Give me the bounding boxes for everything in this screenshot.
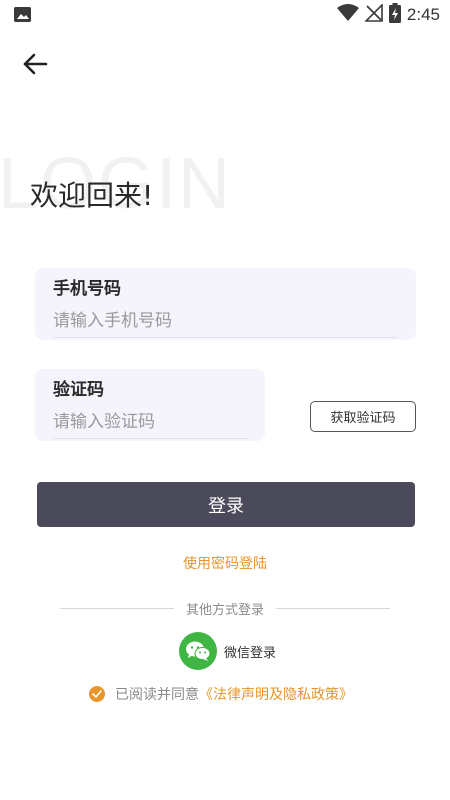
- code-input[interactable]: [53, 407, 248, 437]
- wechat-login-label: 微信登录: [224, 645, 277, 661]
- no-signal-icon: [363, 3, 383, 26]
- password-login-link[interactable]: 使用密码登陆: [0, 553, 450, 573]
- other-login-divider: 其他方式登录: [60, 598, 391, 618]
- code-underline: [53, 438, 248, 439]
- agreement-checkbox[interactable]: [89, 686, 105, 702]
- divider-text: 其他方式登录: [186, 602, 265, 618]
- wechat-login-button[interactable]: 微信登录: [179, 632, 276, 670]
- agreement-row: 已阅读并同意 《法律声明及隐私政策》: [89, 684, 353, 704]
- phone-label: 手机号码: [53, 279, 121, 299]
- login-button[interactable]: 登录: [37, 482, 415, 527]
- check-icon: [92, 690, 102, 698]
- legal-privacy-link[interactable]: 《法律声明及隐私政策》: [199, 684, 353, 704]
- code-label: 验证码: [53, 380, 104, 400]
- phone-input[interactable]: [53, 306, 398, 336]
- battery-charging-icon: [388, 3, 401, 27]
- status-bar: 2:45: [0, 0, 450, 30]
- code-field-group: 验证码: [35, 369, 265, 441]
- wifi-icon: [336, 4, 359, 26]
- wechat-icon: [179, 632, 217, 670]
- get-code-button[interactable]: 获取验证码: [310, 401, 416, 432]
- agreement-text: 已阅读并同意: [115, 687, 199, 703]
- arrow-left-icon: [22, 53, 48, 79]
- phone-field-group: 手机号码: [35, 268, 416, 340]
- divider-line-left: [60, 607, 174, 609]
- page-title: 欢迎回来!: [30, 179, 154, 212]
- status-time: 2:45: [406, 5, 440, 24]
- status-icons: 2:45: [336, 3, 440, 27]
- back-button[interactable]: [20, 52, 50, 80]
- phone-underline: [53, 337, 398, 338]
- divider-line-right: [276, 607, 391, 609]
- image-icon: [14, 7, 31, 22]
